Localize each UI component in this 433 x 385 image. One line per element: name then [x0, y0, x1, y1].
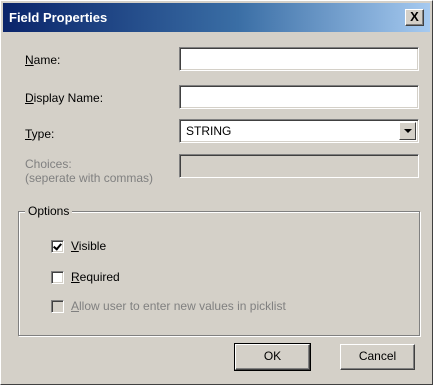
required-checkbox[interactable] [51, 271, 64, 284]
close-icon: X [410, 9, 419, 24]
display-name-input[interactable] [179, 85, 419, 109]
choices-input [179, 154, 419, 178]
allow-new-values-checkbox [51, 300, 64, 313]
visible-checkbox[interactable] [51, 240, 64, 253]
cancel-button[interactable]: Cancel [340, 344, 415, 370]
choices-label: Choices: (seperate with commas) [25, 157, 154, 185]
field-properties-dialog: Field Properties X Name: Display Name: T… [0, 0, 433, 385]
ok-button[interactable]: OK [234, 343, 311, 371]
title-bar[interactable]: Field Properties X [3, 3, 430, 32]
name-label: Name: [25, 53, 61, 67]
dialog-title: Field Properties [9, 10, 108, 25]
required-checkbox-label[interactable]: Required [71, 270, 120, 284]
type-label: Type: [25, 127, 55, 141]
type-select[interactable]: STRING [179, 119, 419, 143]
name-input[interactable] [179, 47, 419, 71]
options-group-title: Options [25, 204, 73, 218]
check-icon [53, 241, 62, 251]
display-name-label: Display Name: [25, 91, 104, 105]
visible-checkbox-label[interactable]: Visible [71, 239, 106, 253]
close-button[interactable]: X [405, 9, 424, 26]
chevron-down-icon[interactable] [399, 122, 416, 140]
type-selected-value: STRING [186, 124, 232, 138]
allow-new-values-label: Allow user to enter new values in pickli… [71, 299, 286, 313]
